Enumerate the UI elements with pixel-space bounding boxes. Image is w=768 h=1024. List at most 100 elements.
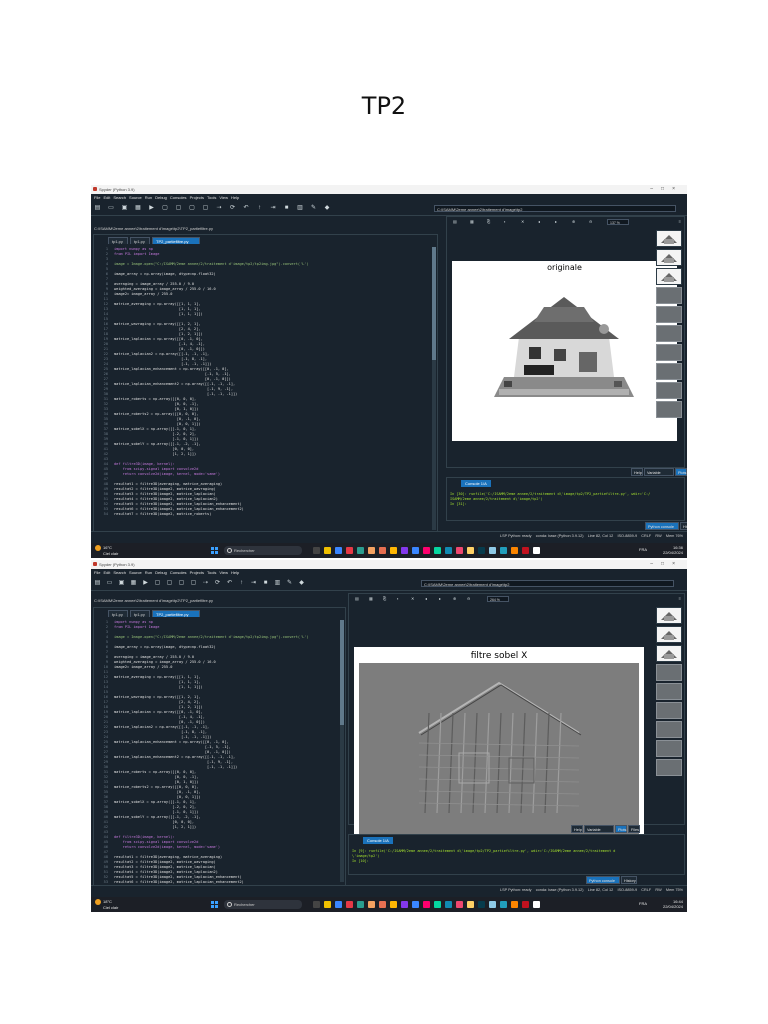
zoom-out-icon[interactable]: ⊖	[589, 217, 592, 226]
menu-item-projects[interactable]: Projects	[190, 570, 204, 575]
step-return-icon[interactable]: ↶	[243, 205, 250, 212]
taskbar-app-icon[interactable]	[445, 901, 452, 908]
plot-thumbnail[interactable]	[656, 249, 682, 266]
editor-tab[interactable]: tp1.py	[130, 237, 150, 244]
language-indicator[interactable]: FRA	[639, 901, 647, 906]
save-all-plots-icon[interactable]: ▦	[470, 217, 474, 226]
save-icon[interactable]: ▣	[121, 205, 128, 212]
taskbar-app-icon[interactable]	[412, 547, 419, 554]
console-tab[interactable]: Console 1/A	[363, 837, 393, 844]
weather-widget[interactable]: 16°C Ciel clair	[95, 545, 118, 556]
save-plot-icon[interactable]: ▤	[453, 217, 457, 226]
wrench-icon[interactable]: ✎	[286, 580, 293, 587]
next-plot-icon[interactable]: ▸	[555, 217, 557, 226]
menu-item-consoles[interactable]: Consoles	[170, 570, 187, 575]
debug-icon[interactable]: ▢	[202, 205, 209, 212]
taskbar-app-icon[interactable]	[368, 547, 375, 554]
save-plot-icon[interactable]: ▤	[355, 594, 359, 603]
step-return-icon[interactable]: ↶	[226, 580, 233, 587]
run-icon[interactable]: ▶	[148, 205, 155, 212]
taskbar-app-icon[interactable]	[324, 901, 331, 908]
taskbar-app-icon[interactable]	[401, 547, 408, 554]
new-file-icon[interactable]: ▤	[94, 205, 101, 212]
taskbar-app-icon[interactable]	[423, 547, 430, 554]
taskbar-app-icon[interactable]	[511, 901, 518, 908]
editor-scrollbar[interactable]	[432, 247, 436, 530]
menu-item-debug[interactable]: Debug	[155, 195, 167, 200]
taskbar-app-icon[interactable]	[434, 547, 441, 554]
menu-item-search[interactable]: Search	[113, 195, 126, 200]
maximize-pane-icon[interactable]: ▥	[297, 205, 304, 212]
plot-thumbnail[interactable]	[656, 325, 682, 342]
run-cell-advance-icon[interactable]: ▢	[175, 205, 182, 212]
plot-thumbnail[interactable]	[656, 230, 682, 247]
remove-all-icon[interactable]: ✕	[411, 594, 414, 603]
taskbar-app-icon[interactable]	[423, 901, 430, 908]
plot-thumbnail[interactable]	[656, 401, 682, 418]
debug-icon[interactable]: ▢	[190, 580, 197, 587]
editor-tab[interactable]: TP2_partiefiltre.py	[152, 610, 200, 617]
remove-all-icon[interactable]: ✕	[521, 217, 524, 226]
taskbar-app-icon[interactable]	[335, 547, 342, 554]
code-editor[interactable]: 1 import numpy as np 2 from PIL import Imag…	[94, 247, 431, 532]
step-icon[interactable]: ⇢	[202, 580, 209, 587]
taskbar-app-icon[interactable]	[489, 547, 496, 554]
editor-tab[interactable]: tp1.py	[108, 237, 128, 244]
weather-widget[interactable]: 18°C Ciel clair	[95, 899, 118, 910]
new-file-icon[interactable]: ▤	[94, 580, 101, 587]
language-indicator[interactable]: FRA	[639, 547, 647, 552]
plot-thumbnail[interactable]	[656, 740, 682, 757]
remove-plot-icon[interactable]: ▪	[504, 217, 505, 226]
menu-item-file[interactable]: File	[94, 195, 100, 200]
copy-plot-icon[interactable]: ⎘	[487, 217, 490, 226]
right-tab-files[interactable]: Files	[628, 825, 640, 833]
plot-thumbnail[interactable]	[656, 287, 682, 304]
menu-item-help[interactable]: Help	[231, 570, 239, 575]
menu-item-source[interactable]: Source	[129, 570, 142, 575]
taskbar-app-icon[interactable]	[478, 901, 485, 908]
taskbar-app-icon[interactable]	[522, 547, 529, 554]
working-directory-field[interactable]: C:\ISAMM\2eme annee\2\traitement d'image…	[421, 580, 674, 587]
menu-item-view[interactable]: View	[219, 195, 228, 200]
taskbar-app-icon[interactable]	[390, 901, 397, 908]
console-output[interactable]: In [9]: runfile('C:/ISAMM/2eme annee/2/t…	[352, 849, 676, 864]
copy-plot-icon[interactable]: ⎘	[383, 594, 386, 603]
taskbar-app-icon[interactable]	[533, 901, 540, 908]
menu-item-run[interactable]: Run	[145, 195, 152, 200]
previous-plot-icon[interactable]: ◂	[538, 217, 540, 226]
menu-item-view[interactable]: View	[219, 570, 228, 575]
zoom-in-icon[interactable]: ⊕	[572, 217, 575, 226]
editor-scrollbar[interactable]	[340, 620, 344, 882]
taskbar-app-icon[interactable]	[368, 901, 375, 908]
next-plot-icon[interactable]: ▸	[439, 594, 441, 603]
options-menu-icon[interactable]: ≡	[679, 217, 681, 226]
taskbar-app-icon[interactable]	[522, 901, 529, 908]
run-selection-icon[interactable]: ▢	[178, 580, 185, 587]
taskbar-app-icon[interactable]	[478, 547, 485, 554]
menu-item-search[interactable]: Search	[113, 570, 126, 575]
open-folder-icon[interactable]: ▭	[106, 580, 113, 587]
plot-thumbnail[interactable]	[656, 626, 682, 643]
taskbar-app-icon[interactable]	[379, 547, 386, 554]
previous-plot-icon[interactable]: ◂	[425, 594, 427, 603]
plot-thumbnail[interactable]	[656, 664, 682, 681]
zoom-in-icon[interactable]: ⊕	[453, 594, 456, 603]
right-tab-help[interactable]: Help	[631, 468, 643, 476]
plot-thumbnail[interactable]	[656, 721, 682, 738]
menu-item-edit[interactable]: Edit	[103, 570, 110, 575]
save-icon[interactable]: ▣	[118, 580, 125, 587]
plot-thumbnail[interactable]	[656, 759, 682, 776]
stop-debug-icon[interactable]: ⇥	[270, 205, 277, 212]
taskbar-app-icon[interactable]	[346, 547, 353, 554]
console-tab-history[interactable]: History	[680, 522, 687, 530]
python-path-icon[interactable]: ◆	[324, 205, 331, 212]
taskbar-app-icon[interactable]	[489, 901, 496, 908]
taskbar-app-icon[interactable]	[313, 547, 320, 554]
plot-thumbnail[interactable]	[656, 344, 682, 361]
run-icon[interactable]: ▶	[142, 580, 149, 587]
taskbar-app-icon[interactable]	[346, 901, 353, 908]
wrench-icon[interactable]: ✎	[310, 205, 317, 212]
taskbar-search[interactable]: Rechercher	[224, 546, 302, 555]
menu-item-run[interactable]: Run	[145, 570, 152, 575]
working-directory-field[interactable]: C:\ISAMM\2eme annee\2\traitement d'image…	[434, 205, 676, 212]
